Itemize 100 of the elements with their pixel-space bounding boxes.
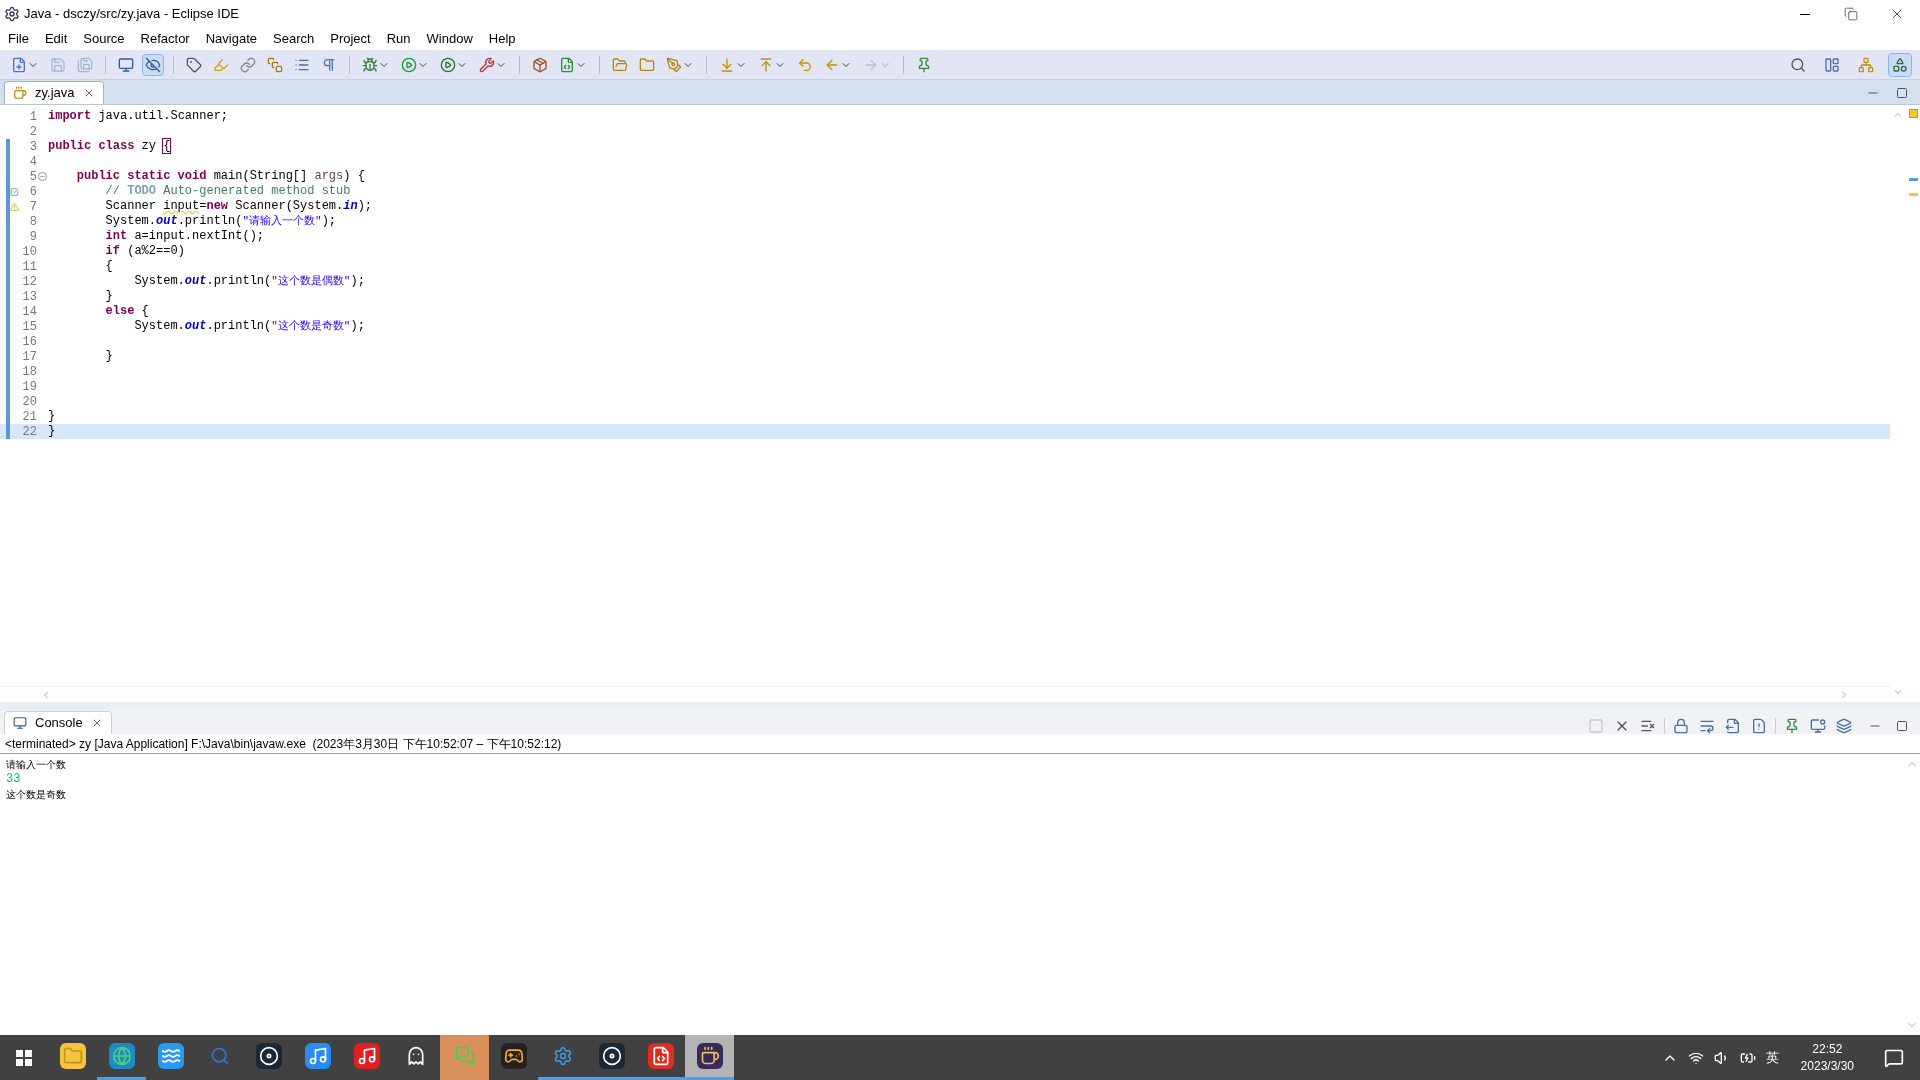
menu-item[interactable]: Help — [488, 29, 516, 49]
block-selection-icon — [267, 56, 283, 73]
line-number: 12 — [21, 273, 37, 291]
bug-icon — [362, 56, 378, 73]
gamepad-icon — [500, 1043, 527, 1069]
code-line: System.out.println("这个数是奇数"); — [133, 319, 365, 334]
link-icon — [240, 56, 256, 73]
pilcrow-icon — [321, 56, 337, 73]
show-output-icon — [1725, 718, 1741, 734]
code-line: { — [104, 259, 113, 274]
menu-item[interactable]: Search — [273, 29, 315, 49]
code-line: } — [104, 349, 113, 364]
menu-item[interactable]: Edit — [44, 29, 68, 49]
notification-icon[interactable] — [1884, 1047, 1904, 1068]
menu-item[interactable]: Project — [330, 29, 371, 49]
music-note-icon — [304, 1043, 331, 1069]
code-line: Scanner input=new Scanner(System.in); — [104, 199, 373, 214]
app-icon — [4, 6, 20, 22]
console-toolbar-button[interactable] — [1697, 718, 1717, 734]
menu-item[interactable]: Source — [83, 29, 125, 49]
next-annotation-icon — [719, 56, 735, 73]
previous-annotation-icon — [758, 56, 774, 73]
console-output-line: 这个数是奇数 — [6, 788, 67, 802]
four-squares-icon — [16, 1049, 32, 1066]
show-error-icon — [1751, 718, 1767, 734]
task-marker[interactable] — [1908, 178, 1918, 181]
perspective-button[interactable] — [1888, 52, 1912, 77]
word-wrap-icon — [1699, 718, 1715, 734]
pin-icon — [1784, 718, 1800, 734]
run-icon — [401, 56, 417, 73]
menu-item[interactable]: Refactor — [140, 29, 190, 49]
last-edit-icon — [797, 56, 813, 73]
line-number: 8 — [28, 213, 37, 231]
line-number: 17 — [21, 348, 37, 366]
open-perspective-icon — [1824, 56, 1840, 73]
code-line: } — [48, 409, 56, 424]
console-tab[interactable]: Console — [4, 711, 112, 734]
stop-icon — [1588, 718, 1604, 734]
open-console-icon — [1836, 718, 1852, 734]
shapes-icon — [1892, 56, 1908, 73]
input-method[interactable]: 英 — [1765, 1047, 1779, 1068]
line-number: 18 — [21, 363, 37, 381]
new-class-icon — [559, 56, 575, 73]
console-output-line: 请输入一个数 — [6, 758, 67, 772]
search-icon — [1790, 56, 1806, 73]
console-output-line: 33 — [6, 772, 22, 787]
line-number: 13 — [21, 288, 37, 306]
task-icon — [10, 186, 19, 197]
code-line: public class zy { — [48, 139, 171, 154]
line-number: 19 — [21, 378, 37, 396]
console-toolbar-button[interactable] — [1808, 718, 1828, 734]
remove-all-icon — [1640, 718, 1656, 734]
open-type-icon — [612, 56, 628, 73]
line-number: 1 — [28, 108, 37, 126]
folder-icon — [59, 1043, 86, 1069]
code-line: System.out.println("请输入一个数"); — [104, 214, 337, 229]
menu-item[interactable]: File — [8, 29, 29, 49]
line-number: 10 — [21, 243, 37, 261]
line-number: 4 — [28, 153, 37, 171]
taskbar-button[interactable] — [685, 1035, 734, 1080]
line-number: 15 — [21, 318, 37, 336]
clock-date: 2023/3/30 — [1800, 1057, 1854, 1075]
toolbar-button[interactable] — [142, 53, 164, 76]
maximize-icon[interactable] — [1896, 720, 1908, 732]
line-number: 6 — [28, 183, 37, 201]
line-number: 20 — [21, 393, 37, 411]
code-line: import java.util.Scanner; — [48, 109, 229, 124]
new-file-icon — [11, 56, 27, 73]
monitor-icon — [1810, 718, 1826, 734]
warning-marker[interactable] — [1908, 193, 1918, 196]
hierarchy-icon — [1858, 56, 1874, 73]
console-icon — [13, 716, 27, 730]
tag-icon — [186, 56, 202, 73]
pen-icon — [666, 56, 682, 73]
java-file-icon — [13, 86, 27, 100]
music-note-icon — [353, 1043, 380, 1069]
save-icon — [50, 56, 66, 73]
console-toolbar-button[interactable] — [1834, 718, 1854, 734]
line-number: 14 — [21, 303, 37, 321]
editor-tab[interactable]: zy.java — [4, 81, 104, 104]
scroll-lock-icon — [1673, 718, 1689, 734]
code-line: if (a%2==0) — [104, 244, 185, 259]
code-line: System.out.println("这个数是偶数"); — [133, 274, 365, 289]
line-number: 11 — [21, 258, 37, 276]
tab-label: zy.java — [35, 84, 75, 103]
menu-item[interactable]: Run — [386, 29, 411, 49]
line-number: 22 — [21, 423, 37, 441]
line-number: 16 — [21, 333, 37, 351]
warning-marker[interactable] — [1908, 109, 1918, 118]
menu-item[interactable]: Navigate — [205, 29, 257, 49]
maximize-icon[interactable] — [1896, 87, 1908, 99]
globe-icon — [108, 1043, 135, 1069]
line-number: 3 — [28, 138, 37, 156]
monitor-icon — [118, 56, 134, 73]
open-task-icon — [639, 56, 655, 73]
pin-icon — [916, 56, 932, 73]
line-number: 7 — [28, 198, 37, 216]
coffee-icon — [696, 1043, 723, 1069]
menu-item[interactable]: Window — [426, 29, 473, 49]
console-toolbar-button[interactable] — [1671, 718, 1691, 734]
